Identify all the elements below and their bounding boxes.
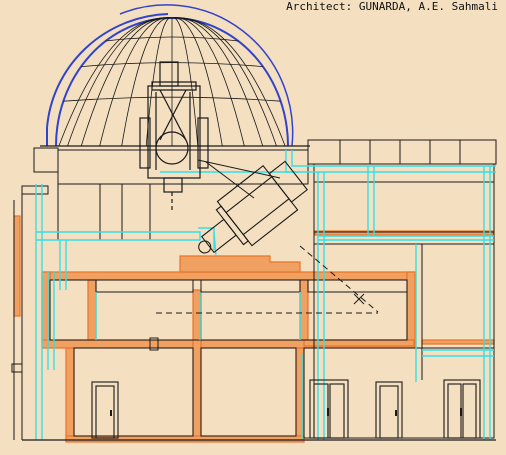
masonry-floor xyxy=(65,435,305,443)
room-outlines xyxy=(49,279,495,439)
spectrograph-arm xyxy=(197,159,281,179)
door-single-2 xyxy=(375,381,403,439)
upper-deck xyxy=(13,139,497,440)
masonry-right-wall-lower xyxy=(295,347,305,441)
fixtures xyxy=(11,337,496,441)
telescope-base xyxy=(163,177,183,193)
cyan-frame xyxy=(35,150,496,440)
doors xyxy=(91,379,481,439)
dome xyxy=(40,4,310,147)
masonry-left-column xyxy=(13,215,21,317)
masonry-left-wall-lower xyxy=(65,347,75,441)
door-left xyxy=(91,381,119,439)
architect-caption: Architect: GUNARDA, A.E. Sahmali xyxy=(286,0,498,13)
masonry-partition-2 xyxy=(299,279,309,341)
masonry-partition-1 xyxy=(87,279,97,341)
right-building xyxy=(313,140,495,439)
masonry-top-slab xyxy=(41,271,415,281)
masonry-far-right-slab xyxy=(421,339,495,345)
masonry-right-wall-upper xyxy=(406,271,416,348)
section-drawing xyxy=(11,4,497,443)
door-double-3 xyxy=(443,379,481,439)
drawing-canvas: Architect: GUNARDA, A.E. Sahmali xyxy=(0,0,506,455)
pier-block xyxy=(179,255,301,273)
masonry-right-slab xyxy=(303,339,415,347)
masonry-left-wall-upper xyxy=(41,271,51,343)
door-double-1 xyxy=(309,379,349,439)
